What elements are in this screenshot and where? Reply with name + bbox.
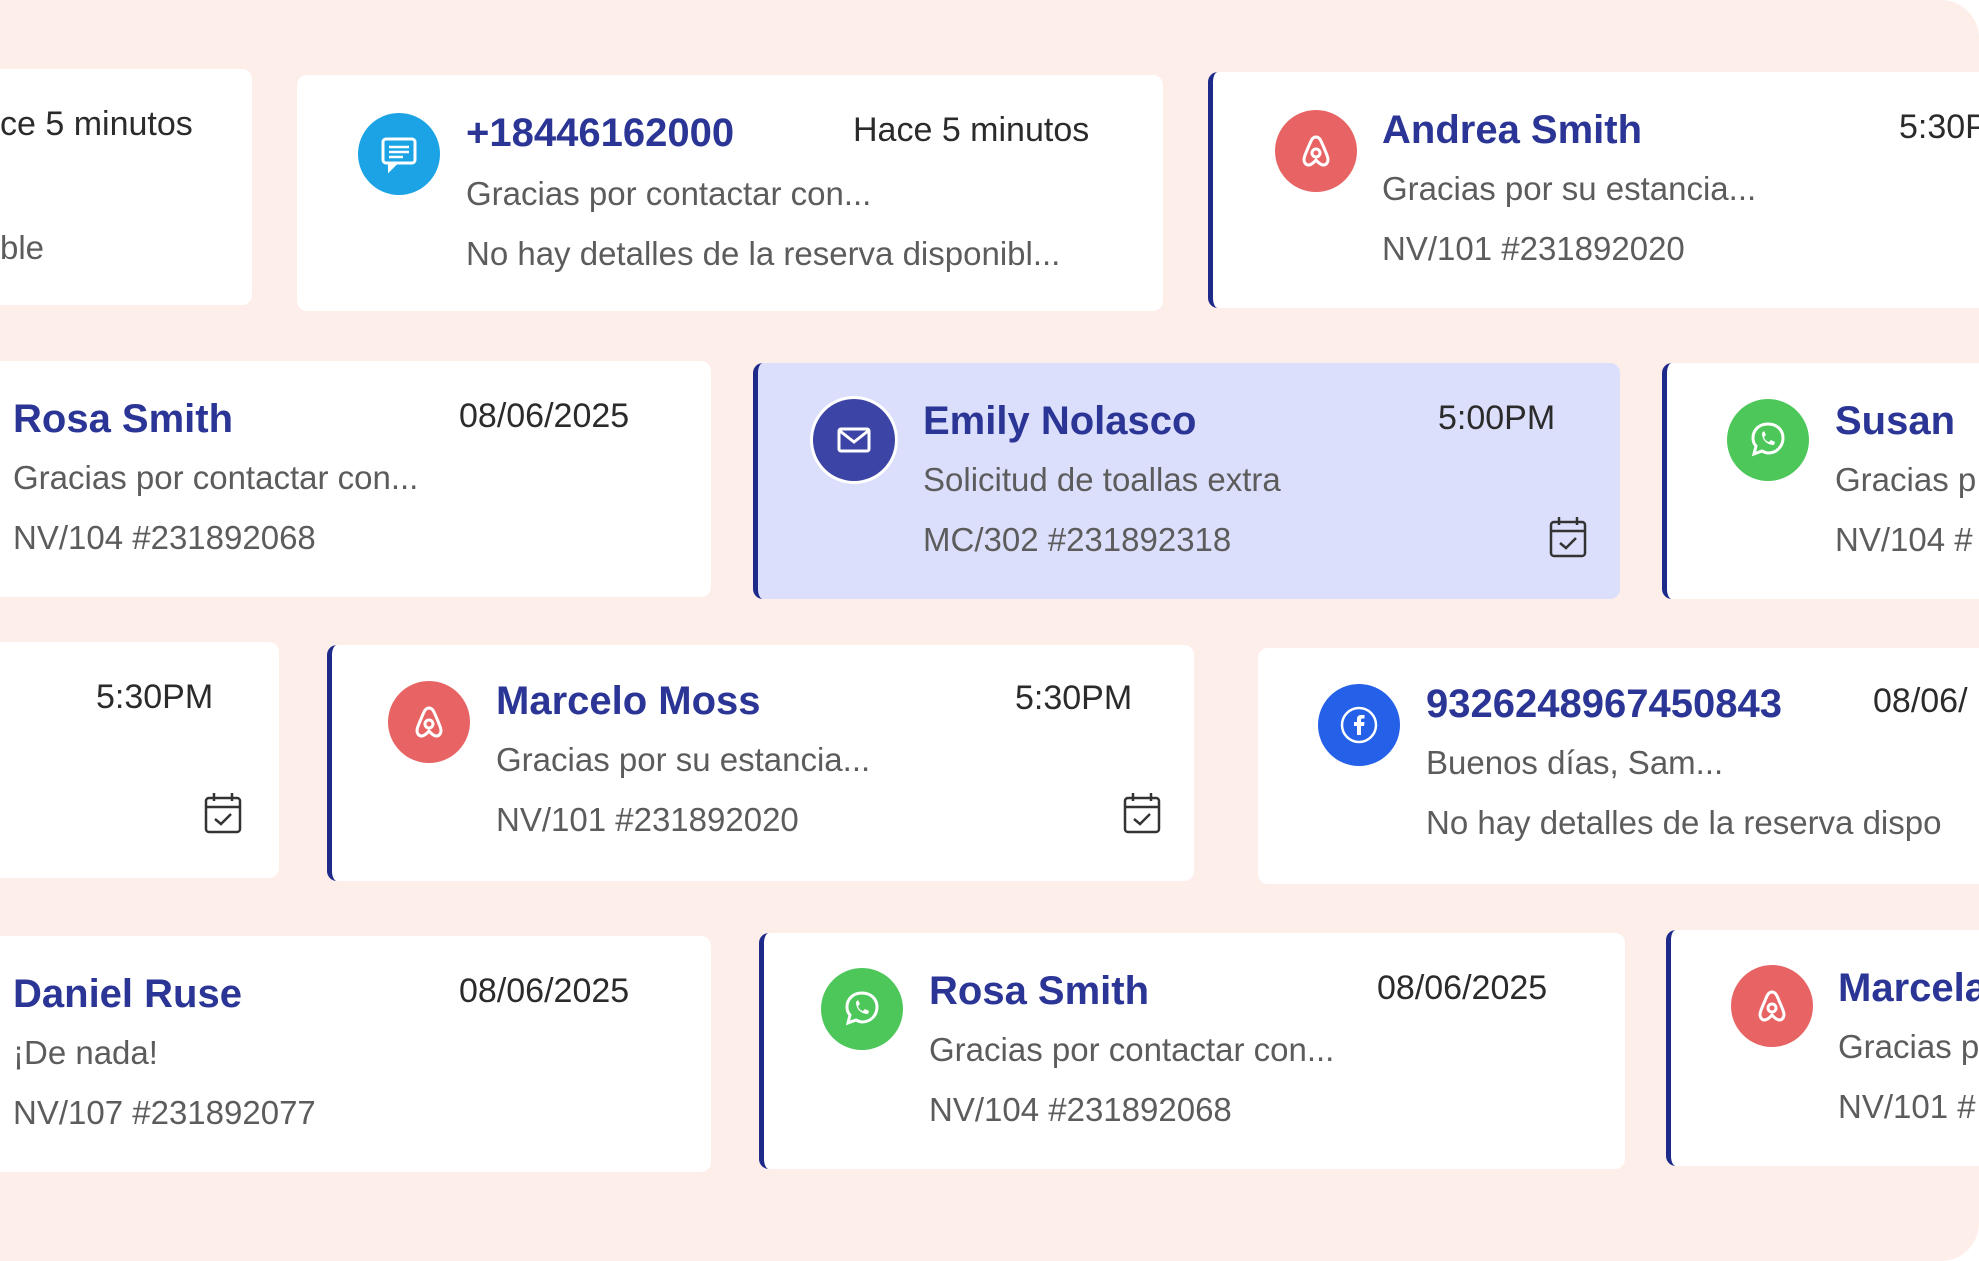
message-preview: Solicitud de toallas extra (923, 461, 1281, 498)
contact-name: +18446162000 (466, 111, 735, 155)
message-preview: Gracias por su estancia... (496, 741, 871, 778)
message-preview: Gracias por contactar con... (13, 459, 419, 496)
conversation-time: 08/06/2025 (1377, 969, 1548, 1007)
booking-info: NV/101 #231892020 (1382, 230, 1685, 267)
airbnb-icon (1275, 110, 1357, 192)
contact-name: Rosa Smith (929, 969, 1150, 1013)
conversation-inbox-canvas: ce 5 minutos ble +18446162000 Hace 5 min… (0, 0, 1979, 1261)
contact-name: 9326248967450843 (1426, 682, 1782, 726)
calendar-check-icon[interactable] (203, 791, 243, 835)
contact-name: Marcela (1838, 966, 1979, 1010)
conversation-card[interactable]: Marcela Gracias p NV/101 # (1666, 930, 1979, 1166)
contact-name: Emily Nolasco (923, 399, 1197, 443)
conversation-card-selected[interactable]: Emily Nolasco 5:00PM Solicitud de toalla… (753, 363, 1620, 599)
contact-name: Andrea Smith (1382, 108, 1643, 152)
message-preview: Gracias p (1835, 461, 1977, 498)
envelope-icon (813, 399, 895, 481)
booking-info: No hay detalles de la reserva disponibl.… (466, 235, 1061, 272)
conversation-card[interactable]: +18446162000 Hace 5 minutos Gracias por … (297, 75, 1163, 311)
conversation-time: 08/06/2025 (459, 972, 630, 1010)
sms-chat-icon (358, 113, 440, 195)
contact-name: Daniel Ruse (13, 972, 242, 1016)
conversation-time: 08/06/2025 (459, 397, 630, 435)
booking-info: No hay detalles de la reserva dispo (1426, 804, 1942, 841)
contact-name: Rosa Smith (13, 397, 234, 441)
booking-info: NV/104 #231892068 (929, 1091, 1232, 1128)
message-preview: Gracias por contactar con... (466, 175, 872, 212)
booking-info: NV/104 #231892068 (13, 519, 316, 556)
conversation-card[interactable]: Susan Gracias p NV/104 # (1662, 363, 1979, 599)
airbnb-icon (1731, 965, 1813, 1047)
conversation-time: 5:00PM (1438, 399, 1556, 437)
conversation-card[interactable]: Marcelo Moss 5:30PM Gracias por su estan… (327, 645, 1194, 881)
message-preview: Gracias por contactar con... (929, 1031, 1335, 1068)
message-preview: Buenos días, Sam... (1426, 744, 1724, 781)
calendar-check-icon[interactable] (1548, 515, 1588, 559)
message-preview: Gracias por su estancia... (1382, 170, 1757, 207)
conversation-card[interactable]: Daniel Ruse 08/06/2025 ¡De nada! NV/107 … (0, 936, 711, 1172)
calendar-check-icon[interactable] (1122, 791, 1162, 835)
conversation-time: Hace 5 minutos (853, 111, 1090, 149)
conversation-time: 5:30P (1899, 108, 1979, 146)
conversation-card[interactable]: Andrea Smith 5:30P Gracias por su estanc… (1208, 72, 1979, 308)
conversation-card[interactable]: Rosa Smith 08/06/2025 Gracias por contac… (0, 361, 711, 597)
booking-info: ble (0, 229, 45, 266)
facebook-icon (1318, 684, 1400, 766)
contact-name: Marcelo Moss (496, 679, 761, 723)
airbnb-icon (388, 681, 470, 763)
conversation-card[interactable]: 5:30PM (0, 642, 279, 878)
conversation-time: 08/06/ (1873, 682, 1968, 720)
conversation-card[interactable]: ce 5 minutos ble (0, 69, 252, 305)
conversation-time: 5:30PM (96, 678, 214, 716)
booking-info: NV/104 # (1835, 521, 1973, 558)
contact-name: Susan (1835, 399, 1956, 443)
message-preview: ¡De nada! (13, 1034, 158, 1071)
booking-info: NV/101 #231892020 (496, 801, 799, 838)
booking-info: NV/101 # (1838, 1088, 1976, 1125)
message-preview: Gracias p (1838, 1028, 1979, 1065)
whatsapp-icon (1727, 399, 1809, 481)
conversation-card[interactable]: Rosa Smith 08/06/2025 Gracias por contac… (759, 933, 1625, 1169)
booking-info: NV/107 #231892077 (13, 1094, 316, 1131)
conversation-time: ce 5 minutos (0, 105, 193, 143)
booking-info: MC/302 #231892318 (923, 521, 1232, 558)
conversation-time: 5:30PM (1015, 679, 1133, 717)
conversation-card[interactable]: 9326248967450843 08/06/ Buenos días, Sam… (1258, 648, 1979, 884)
whatsapp-icon (821, 968, 903, 1050)
